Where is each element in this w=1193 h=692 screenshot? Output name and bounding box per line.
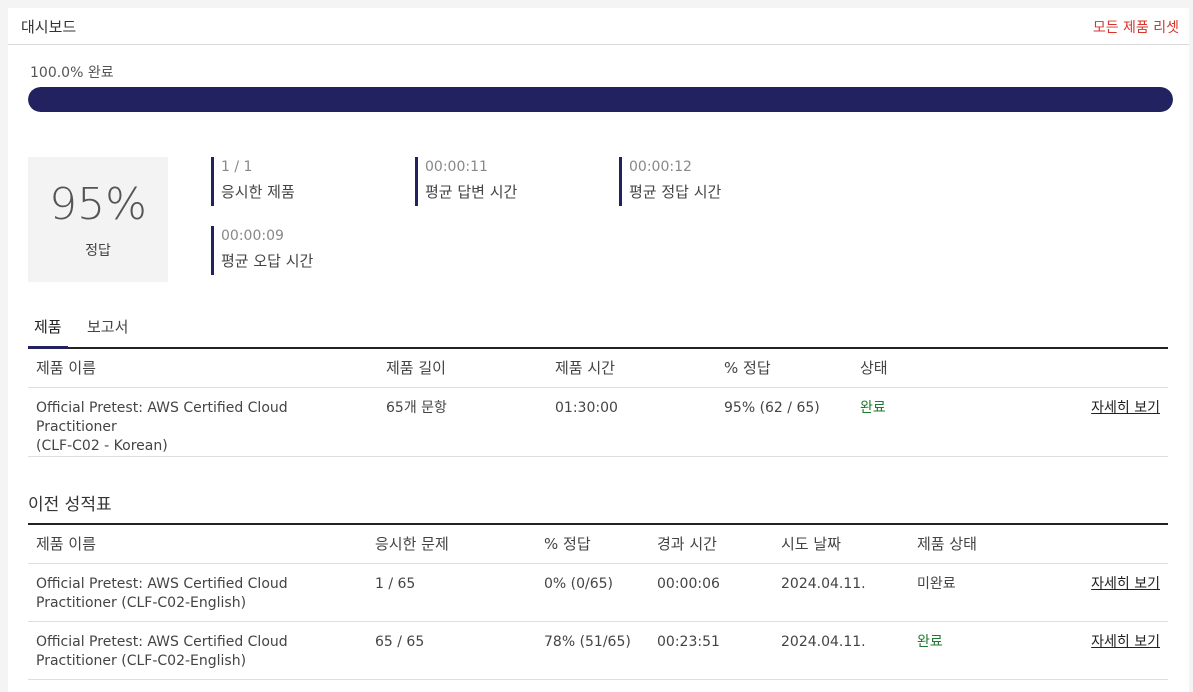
history-section-title: 이전 성적표 xyxy=(28,495,112,515)
history-table-container: 제품 이름 응시한 문제 % 정답 경과 시간 시도 날짜 제품 상태 Offi… xyxy=(28,523,1168,680)
stat-value: 1 / 1 xyxy=(221,159,253,175)
correct-percent-cell: 95% (62 / 65) xyxy=(716,387,852,457)
status-badge: 완료 xyxy=(909,621,1059,680)
stat-avg-wrong-time: 00:00:09 평균 오답 시간 xyxy=(211,226,313,275)
product-name-line: Official Pretest: AWS Certified Cloud Pr… xyxy=(36,399,288,435)
answered-cell: 65 / 65 xyxy=(367,621,536,680)
stat-label: 평균 오답 시간 xyxy=(221,252,314,270)
table-header-row: 제품 이름 응시한 문제 % 정답 경과 시간 시도 날짜 제품 상태 xyxy=(28,525,1168,564)
details-cell: 자세히 보기 xyxy=(1059,563,1168,622)
elapsed-time-cell: 00:00:06 xyxy=(649,563,773,622)
column-header: 제품 길이 xyxy=(378,349,547,388)
stat-avg-answer-time: 00:00:11 평균 답변 시간 xyxy=(415,157,517,206)
column-header: 경과 시간 xyxy=(649,525,773,564)
page-title: 대시보드 xyxy=(21,18,77,36)
product-time-cell: 01:30:00 xyxy=(547,387,716,457)
product-name-line: Practitioner (CLF-C02-English) xyxy=(36,652,247,669)
product-name-line: Official Pretest: AWS Certified Cloud xyxy=(36,575,288,592)
stat-value: 00:00:12 xyxy=(629,159,692,175)
column-header: 제품 이름 xyxy=(28,349,378,388)
product-name-cell: Official Pretest: AWS Certified Cloud Pr… xyxy=(28,563,367,622)
table-row: Official Pretest: AWS Certified Cloud Pr… xyxy=(28,387,1168,457)
correct-percent-cell: 0% (0/65) xyxy=(536,563,649,622)
column-header: 응시한 문제 xyxy=(367,525,536,564)
column-header-empty xyxy=(1059,525,1168,564)
tab-reports[interactable]: 보고서 xyxy=(81,316,134,349)
elapsed-time-cell: 00:23:51 xyxy=(649,621,773,680)
tab-bar: 제품 보고서 xyxy=(28,316,1168,349)
score-label: 정답 xyxy=(85,243,111,259)
progress-bar xyxy=(28,87,1173,112)
table-header-row: 제품 이름 제품 길이 제품 시간 % 정답 상태 xyxy=(28,349,1168,388)
correct-percent-cell: 78% (51/65) xyxy=(536,621,649,680)
product-name-line: Official Pretest: AWS Certified Cloud xyxy=(36,633,288,650)
score-card: 95% 정답 xyxy=(28,157,168,282)
tab-products[interactable]: 제품 xyxy=(28,316,68,349)
column-header: 상태 xyxy=(852,349,1032,388)
view-details-link[interactable]: 자세히 보기 xyxy=(1091,400,1160,416)
product-name-line: (CLF-C02 - Korean) xyxy=(36,437,168,454)
column-header: 제품 이름 xyxy=(28,525,367,564)
score-percent: 95% xyxy=(49,179,147,230)
progress-label: 100.0% 완료 xyxy=(30,65,114,81)
table-row: Official Pretest: AWS Certified Cloud Pr… xyxy=(28,621,1168,680)
attempt-date-cell: 2024.04.11. xyxy=(773,563,909,622)
stat-value: 00:00:09 xyxy=(221,228,284,244)
column-header: 제품 상태 xyxy=(909,525,1059,564)
product-name-cell: Official Pretest: AWS Certified Cloud Pr… xyxy=(28,387,378,457)
dashboard-header: 대시보드 모든 제품 리셋 xyxy=(8,8,1189,45)
product-name-line: Practitioner (CLF-C02-English) xyxy=(36,594,247,611)
details-cell: 자세히 보기 xyxy=(1032,387,1168,457)
column-header: % 정답 xyxy=(536,525,649,564)
stat-label: 평균 답변 시간 xyxy=(425,183,518,201)
answered-cell: 1 / 65 xyxy=(367,563,536,622)
dashboard-panel: 대시보드 모든 제품 리셋 100.0% 완료 95% 정답 1 / 1 응시한… xyxy=(8,8,1189,692)
attempt-date-cell: 2024.04.11. xyxy=(773,621,909,680)
stat-label: 평균 정답 시간 xyxy=(629,183,722,201)
stat-value: 00:00:11 xyxy=(425,159,488,175)
view-details-link[interactable]: 자세히 보기 xyxy=(1091,634,1160,650)
product-length-cell: 65개 문항 xyxy=(378,387,547,457)
stat-label: 응시한 제품 xyxy=(221,183,295,201)
progress-bar-fill xyxy=(28,87,1173,112)
stat-products-taken: 1 / 1 응시한 제품 xyxy=(211,157,295,206)
column-header: 시도 날짜 xyxy=(773,525,909,564)
view-details-link[interactable]: 자세히 보기 xyxy=(1091,576,1160,592)
details-cell: 자세히 보기 xyxy=(1059,621,1168,680)
table-row: Official Pretest: AWS Certified Cloud Pr… xyxy=(28,563,1168,622)
history-table: 제품 이름 응시한 문제 % 정답 경과 시간 시도 날짜 제품 상태 Offi… xyxy=(28,525,1168,680)
stat-avg-correct-time: 00:00:12 평균 정답 시간 xyxy=(619,157,721,206)
status-badge: 완료 xyxy=(852,387,1032,457)
column-header-empty xyxy=(1032,349,1168,388)
status-badge: 미완료 xyxy=(909,563,1059,622)
products-table: 제품 이름 제품 길이 제품 시간 % 정답 상태 Official Prete… xyxy=(28,349,1168,457)
column-header: % 정답 xyxy=(716,349,852,388)
column-header: 제품 시간 xyxy=(547,349,716,388)
reset-all-products-link[interactable]: 모든 제품 리셋 xyxy=(1093,17,1179,37)
product-name-cell: Official Pretest: AWS Certified Cloud Pr… xyxy=(28,621,367,680)
